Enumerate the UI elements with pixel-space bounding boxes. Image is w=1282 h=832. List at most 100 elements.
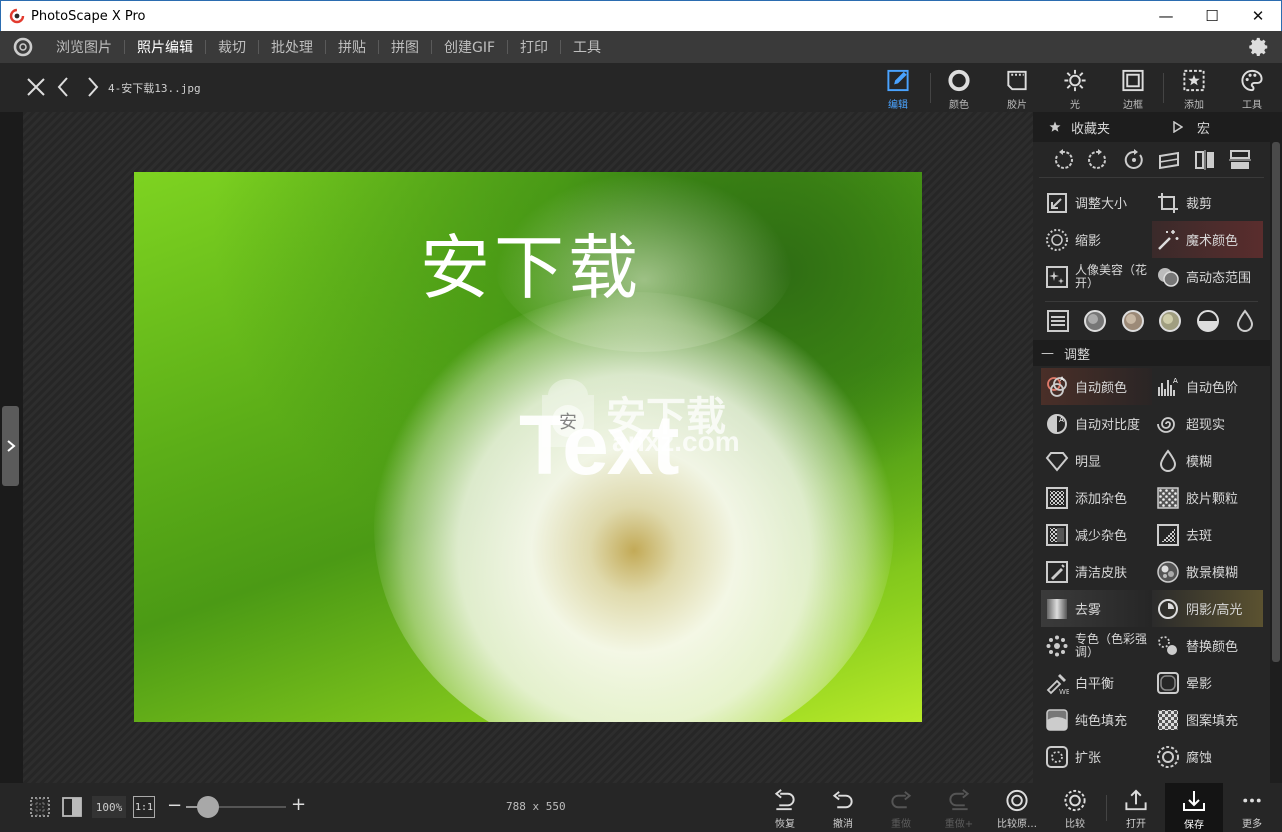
tool-vignette[interactable]: 缩影: [1041, 221, 1152, 258]
resize-icon: [1047, 192, 1067, 213]
split-view-icon[interactable]: [60, 795, 84, 819]
tool-dehaze[interactable]: 去雾: [1041, 590, 1152, 627]
selection-grid-icon[interactable]: [28, 795, 52, 819]
color-splash-icon: [1046, 635, 1068, 656]
menu-batch[interactable]: 批处理: [259, 37, 325, 57]
close-button[interactable]: ✕: [1235, 1, 1281, 31]
tool-clean-skin[interactable]: 清洁皮肤: [1041, 553, 1152, 590]
menu-print[interactable]: 打印: [508, 37, 560, 57]
zoom-level[interactable]: 100%: [92, 796, 126, 818]
previous-icon[interactable]: [52, 75, 76, 99]
tool-pattern-fill[interactable]: 图案填充: [1152, 701, 1263, 738]
tool-white-balance[interactable]: WB 白平衡: [1041, 664, 1152, 701]
tool-shadow-highlight[interactable]: 阴影/高光: [1152, 590, 1263, 627]
film-icon: [1007, 70, 1027, 91]
menu-create-gif[interactable]: 创建GIF: [432, 37, 507, 57]
watermark-url: anxz.com: [612, 426, 740, 457]
macro-button[interactable]: 宏: [1153, 118, 1210, 137]
image-dimensions: 788 x 550: [506, 800, 566, 813]
photo-preview[interactable]: 安下载 Text 安 安下载 anxz.com: [134, 172, 922, 722]
compare-button[interactable]: 比较: [1046, 786, 1104, 830]
flip-vertical-icon[interactable]: [1228, 148, 1252, 172]
flip-horizontal-icon[interactable]: [1193, 148, 1217, 172]
settings-gear-icon[interactable]: [1248, 36, 1270, 58]
compare-original-button[interactable]: 比较原…: [988, 786, 1046, 830]
macro-label: 宏: [1197, 121, 1211, 137]
drop-icon[interactable]: [1232, 308, 1258, 334]
next-icon[interactable]: [80, 75, 104, 99]
tool-despeckle[interactable]: 去斑: [1152, 516, 1263, 553]
tool-portrait-beauty[interactable]: 人像美容（花开）: [1041, 258, 1152, 295]
tab-edit[interactable]: 编辑: [870, 65, 926, 111]
zoom-in-button[interactable]: +: [291, 794, 306, 815]
menu-lines-icon[interactable]: [1045, 308, 1071, 334]
add-star-icon: [1183, 69, 1205, 92]
actual-size-button[interactable]: 1:1: [133, 796, 155, 818]
app-logo-icon: [9, 8, 25, 24]
close-icon[interactable]: [24, 75, 48, 99]
watermark-title: 安下载: [420, 227, 642, 309]
tab-add[interactable]: 添加: [1166, 65, 1222, 111]
scrollbar-thumb[interactable]: [1272, 142, 1280, 662]
tool-resize[interactable]: 调整大小: [1041, 184, 1152, 221]
tone-sepia-icon[interactable]: [1120, 308, 1146, 334]
revert-button[interactable]: 恢复: [756, 786, 814, 830]
menu-browse[interactable]: 浏览图片: [44, 37, 124, 57]
rotate-free-icon[interactable]: [1122, 148, 1146, 172]
tab-frame[interactable]: 边框: [1105, 65, 1161, 111]
sun-icon: [1064, 69, 1086, 92]
section-adjust-label: 调整: [1064, 347, 1091, 363]
tool-add-noise[interactable]: 添加杂色: [1041, 479, 1152, 516]
section-adjust-header[interactable]: — 调整: [1033, 340, 1270, 366]
expand-sidebar-button[interactable]: [2, 406, 19, 486]
tool-sharpen[interactable]: 明显: [1041, 442, 1152, 479]
tool-blur[interactable]: 模糊: [1152, 442, 1263, 479]
more-button[interactable]: 更多: [1223, 786, 1281, 830]
tool-hdr[interactable]: 高动态范围: [1152, 258, 1263, 295]
tool-replace-color[interactable]: 替换颜色: [1152, 627, 1263, 664]
tab-tools[interactable]: 工具: [1224, 65, 1280, 111]
tone-warm-icon[interactable]: [1157, 308, 1183, 334]
tab-film[interactable]: 胶片: [989, 65, 1045, 111]
tool-color-splash[interactable]: 专色（色彩强调）: [1041, 627, 1152, 664]
tone-half-icon[interactable]: [1195, 308, 1221, 334]
tool-auto-contrast[interactable]: A 自动对比度: [1041, 405, 1152, 442]
save-button[interactable]: 保存: [1165, 783, 1223, 832]
open-button[interactable]: 打开: [1107, 786, 1165, 830]
undo-button[interactable]: 撤消: [814, 786, 872, 830]
tool-erode[interactable]: 腐蚀: [1152, 738, 1263, 775]
menu-collage[interactable]: 拼贴: [326, 37, 378, 57]
panel-scrollbar[interactable]: [1270, 112, 1282, 783]
tone-gray-icon[interactable]: [1082, 308, 1108, 334]
tool-film-grain[interactable]: 胶片颗粒: [1152, 479, 1263, 516]
tab-light[interactable]: 光: [1047, 65, 1103, 111]
tool-magic-color[interactable]: 魔术颜色: [1152, 221, 1263, 258]
tool-auto-levels[interactable]: A 自动色阶: [1152, 368, 1263, 405]
menu-combine[interactable]: 拼图: [379, 37, 431, 57]
straighten-icon[interactable]: [1157, 148, 1181, 172]
redo-all-button[interactable]: 重做+: [930, 786, 988, 830]
tool-surreal[interactable]: 超现实: [1152, 405, 1263, 442]
minimize-button[interactable]: —: [1143, 1, 1189, 31]
maximize-button[interactable]: ☐: [1189, 1, 1235, 31]
tool-auto-color[interactable]: A 自动颜色: [1041, 368, 1152, 405]
tool-reduce-noise[interactable]: 减少杂色: [1041, 516, 1152, 553]
tool-vignette-frame[interactable]: 晕影: [1152, 664, 1263, 701]
tool-bokeh[interactable]: 散景模糊: [1152, 553, 1263, 590]
magic-wand-icon: [1158, 229, 1179, 250]
zoom-out-button[interactable]: −: [167, 795, 182, 816]
tool-crop[interactable]: 裁剪: [1152, 184, 1263, 221]
menu-photo-edit[interactable]: 照片编辑: [125, 37, 205, 57]
favorites-button[interactable]: 收藏夹: [1033, 118, 1153, 137]
tool-dilate[interactable]: 扩张: [1041, 738, 1152, 775]
zoom-slider-handle[interactable]: [197, 796, 219, 818]
redo-button[interactable]: 重做: [872, 786, 930, 830]
tool-solid-fill[interactable]: 纯色填充: [1041, 701, 1152, 738]
menu-cut[interactable]: 裁切: [206, 37, 258, 57]
menu-tools[interactable]: 工具: [561, 37, 613, 57]
home-lens-icon[interactable]: [12, 36, 34, 58]
rotate-left-icon[interactable]: [1051, 148, 1075, 172]
tab-color[interactable]: 颜色: [931, 65, 987, 111]
editor-toolbar: 4-安下载13..jpg 编辑 颜色 胶片 光 边框 添加 工具: [0, 63, 1282, 112]
rotate-right-icon[interactable]: [1086, 148, 1110, 172]
